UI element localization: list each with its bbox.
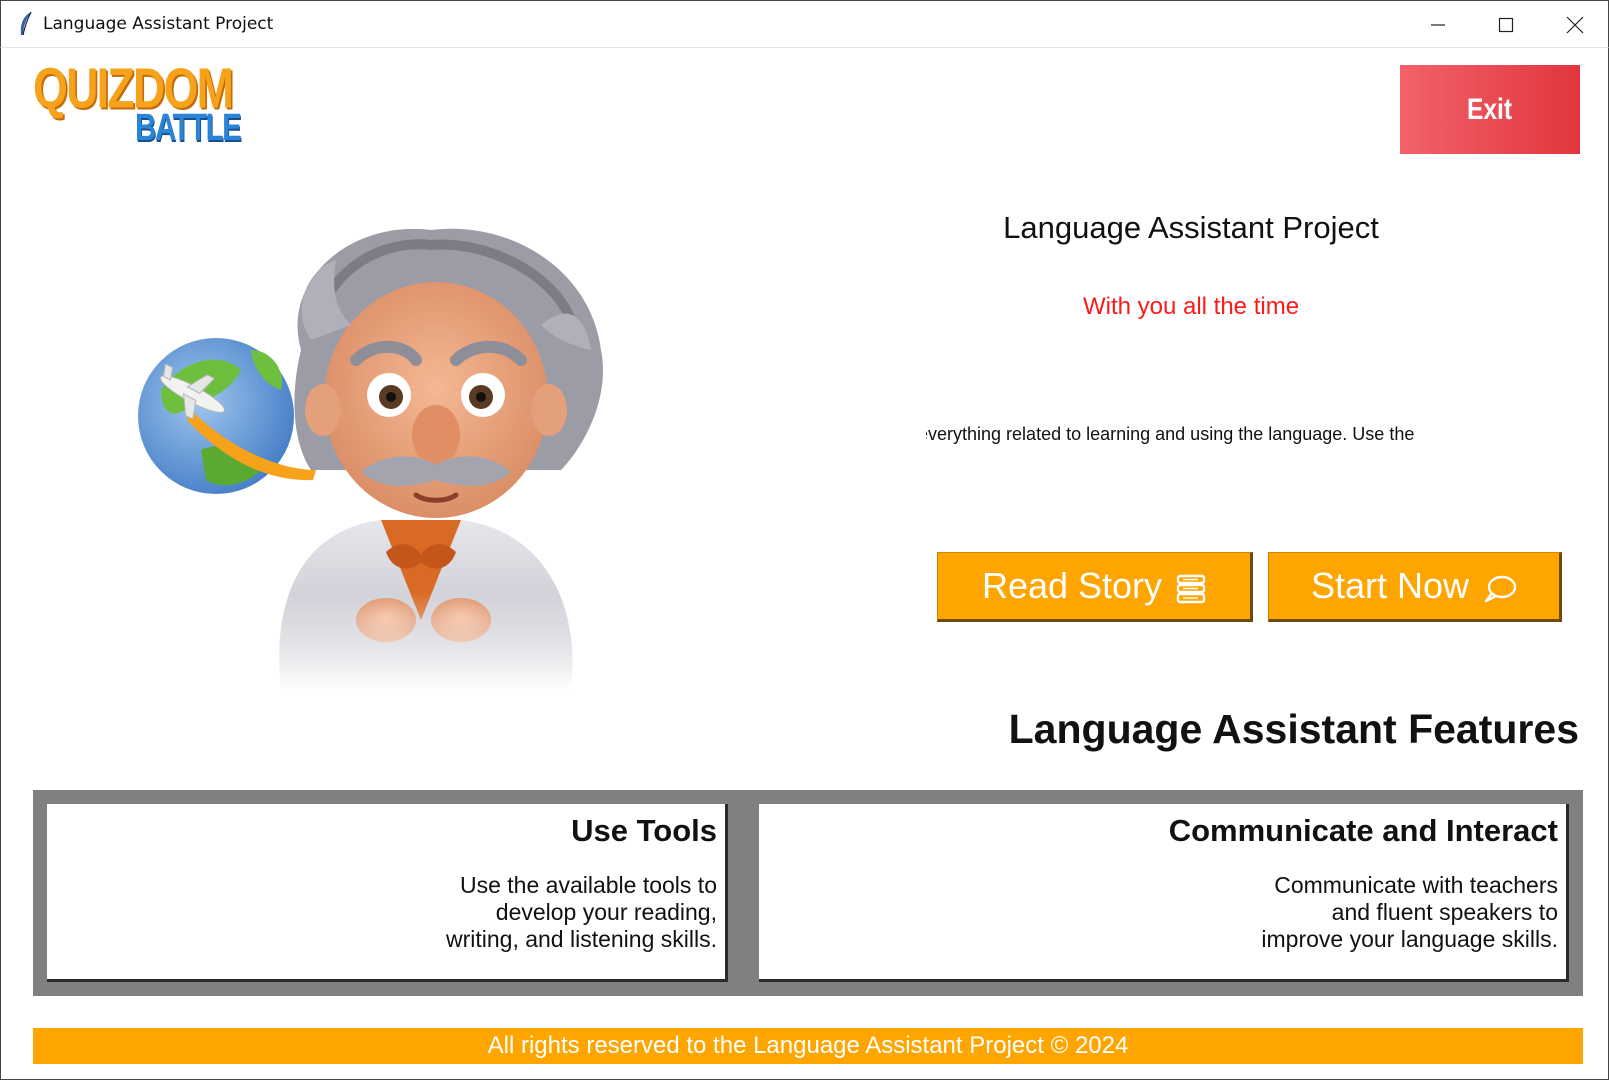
footer-copyright: All rights reserved to the Language Assi… [33, 1028, 1583, 1064]
hero-title: Language Assistant Project [1003, 210, 1379, 245]
exit-button[interactable]: Exit [1400, 65, 1580, 154]
read-story-button[interactable]: Read Story [937, 552, 1253, 622]
logo-line-battle: BATTLE [135, 107, 242, 149]
app-content: QUIZDOM BATTLE Exit Language Assistant P… [0, 48, 1609, 1080]
maximize-button[interactable] [1472, 1, 1540, 48]
features-heading: Language Assistant Features [1008, 706, 1579, 752]
maximize-icon [1498, 17, 1514, 32]
feature-card-description: Communicate with teachers and fluent spe… [1261, 872, 1558, 952]
window-titlebar: Language Assistant Project [0, 0, 1609, 48]
close-icon [1566, 16, 1584, 33]
exit-button-label: Exit [1467, 92, 1513, 126]
minimize-button[interactable] [1404, 1, 1472, 48]
book-stack-icon [1176, 574, 1206, 604]
ticker-text: everything related to learning and using… [926, 424, 1415, 444]
read-story-label: Read Story [981, 565, 1163, 606]
feature-card-title: Use Tools [571, 813, 717, 848]
hero-subtitle: With you all the time [1082, 293, 1300, 320]
feather-icon [20, 11, 32, 36]
professor-mascot-illustration [131, 200, 651, 690]
feature-card-description: Use the available tools to develop your … [445, 872, 717, 952]
feature-card-title: Communicate and Interact [1168, 813, 1558, 848]
quizdom-battle-logo: QUIZDOM BATTLE [33, 60, 242, 156]
features-panel: Use Tools Use the available tools to dev… [33, 790, 1583, 996]
minimize-icon [1431, 23, 1445, 26]
scrolling-ticker: everything related to learning and using… [926, 424, 1451, 454]
start-now-button[interactable]: Start Now [1268, 552, 1562, 622]
feature-card-communicate: Communicate and Interact Communicate wit… [759, 804, 1569, 982]
close-button[interactable] [1541, 1, 1609, 48]
chat-bubble-icon [1484, 575, 1517, 603]
window-title: Language Assistant Project [43, 14, 274, 34]
feature-card-use-tools: Use Tools Use the available tools to dev… [47, 804, 728, 982]
start-now-label: Start Now [1310, 565, 1470, 606]
